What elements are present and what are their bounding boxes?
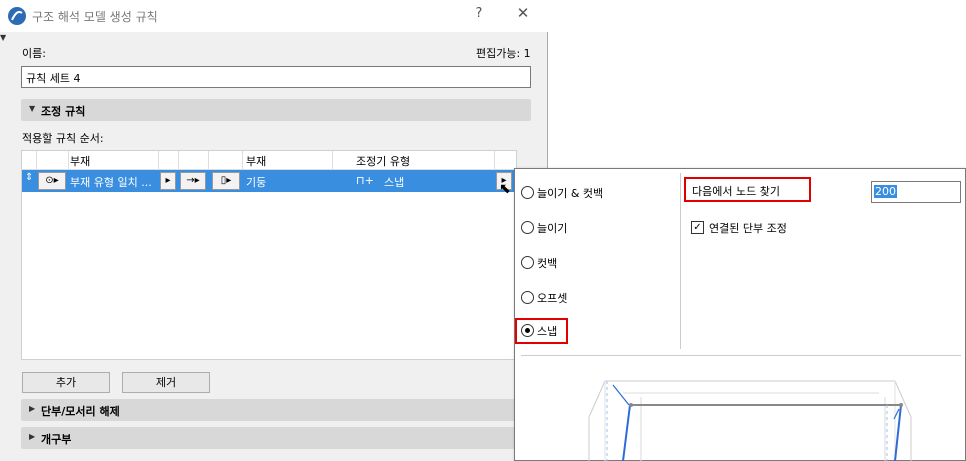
adjuster-popup: 늘이기 & 컷백 늘이기 컷백 오프셋 스냅 다음에서 노드 찾기 200 ✓ …: [514, 168, 966, 461]
row-member-1[interactable]: 부재 유형 일치 ...: [70, 174, 152, 190]
member-1-menu-button[interactable]: ▸: [160, 172, 176, 190]
row-member-2[interactable]: 기둥: [246, 174, 266, 190]
radio-circle: [521, 221, 534, 234]
section-label: 단부/모서리 해제: [41, 405, 120, 418]
radio-circle-selected: [521, 324, 534, 337]
radio-circle: [521, 291, 534, 304]
option-label: 컷백: [537, 257, 558, 270]
expand-triangle-icon: ▶: [29, 432, 36, 441]
editable-count: 편집가능: 1: [476, 47, 531, 60]
node-distance-input[interactable]: 200: [871, 181, 961, 203]
radio-circle: [521, 256, 534, 269]
section-end-release[interactable]: ▶ 단부/모서리 해제: [21, 399, 517, 421]
add-button[interactable]: 추가: [22, 372, 110, 393]
row-adjuster[interactable]: 스냅: [384, 174, 404, 190]
adjust-connected-ends-checkbox[interactable]: ✓: [691, 221, 704, 234]
header-member-2: 부재: [246, 155, 267, 168]
mouse-cursor-icon: ⬉: [499, 181, 511, 197]
section-openings[interactable]: ▶ 개구부: [21, 427, 517, 449]
section-adjust-rules[interactable]: ▼ 조정 규칙: [21, 99, 531, 121]
section-label: 조정 규칙: [41, 105, 86, 118]
radio-circle: [521, 186, 534, 199]
help-button[interactable]: ?: [470, 6, 488, 24]
arrow-text: →: [186, 175, 195, 186]
header-adjuster-type: 조정기 유형: [356, 155, 411, 168]
column-type-icon[interactable]: ▯▸: [212, 172, 240, 190]
header-member-1: 부재: [70, 155, 91, 168]
remove-button[interactable]: 제거: [122, 372, 210, 393]
app-logo-icon: [8, 7, 26, 25]
expand-triangle-icon: ▶: [29, 404, 36, 413]
expand-arrow-icon[interactable]: ▼: [0, 33, 8, 42]
option-label: 오프셋: [537, 292, 568, 305]
snap-preview-diagram: [588, 380, 912, 461]
divider: [521, 355, 961, 356]
find-node-label: 다음에서 노드 찾기: [692, 185, 780, 198]
snap-icon: ⊓+: [356, 174, 374, 187]
option-label: 늘이기: [537, 222, 568, 235]
option-label: 스냅: [537, 325, 558, 338]
checkbox-label: 연결된 단부 조정: [709, 222, 787, 235]
highlight-box: 다음에서 노드 찾기: [684, 177, 811, 202]
divider: [680, 173, 681, 349]
node-value: 200: [874, 185, 897, 198]
rules-table: 부재 부재 조정기 유형 ⇕ ⊙▸ 부재 유형 일치 ... ▸ →▸ ▯▸ 기…: [21, 150, 517, 360]
table-row[interactable]: ⇕ ⊙▸ 부재 유형 일치 ... ▸ →▸ ▯▸ 기둥 ⊓+ 스냅 ▸: [22, 170, 514, 192]
reorder-handle-icon[interactable]: ⇕: [25, 172, 33, 183]
member-type-icon[interactable]: ⊙▸: [38, 172, 66, 190]
table-header: 부재 부재 조정기 유형: [22, 151, 514, 170]
option-label: 늘이기 & 컷백: [537, 187, 604, 200]
close-button[interactable]: ✕: [512, 4, 534, 26]
name-input[interactable]: 규칙 세트 4: [21, 66, 531, 88]
section-label: 개구부: [41, 433, 72, 446]
direction-arrow-icon[interactable]: →▸: [180, 172, 206, 190]
order-label: 적용할 규칙 순서:: [22, 132, 104, 145]
name-label: 이름:: [22, 47, 46, 60]
window-title: 구조 해석 모델 생성 규칙: [32, 10, 158, 24]
title-bar: 구조 해석 모델 생성 규칙 ? ✕: [0, 0, 548, 32]
rules-dialog: 구조 해석 모델 생성 규칙 ? ✕ ▼ 이름: 편집가능: 1 규칙 세트 4…: [0, 0, 548, 461]
collapse-triangle-icon: ▼: [29, 104, 36, 113]
